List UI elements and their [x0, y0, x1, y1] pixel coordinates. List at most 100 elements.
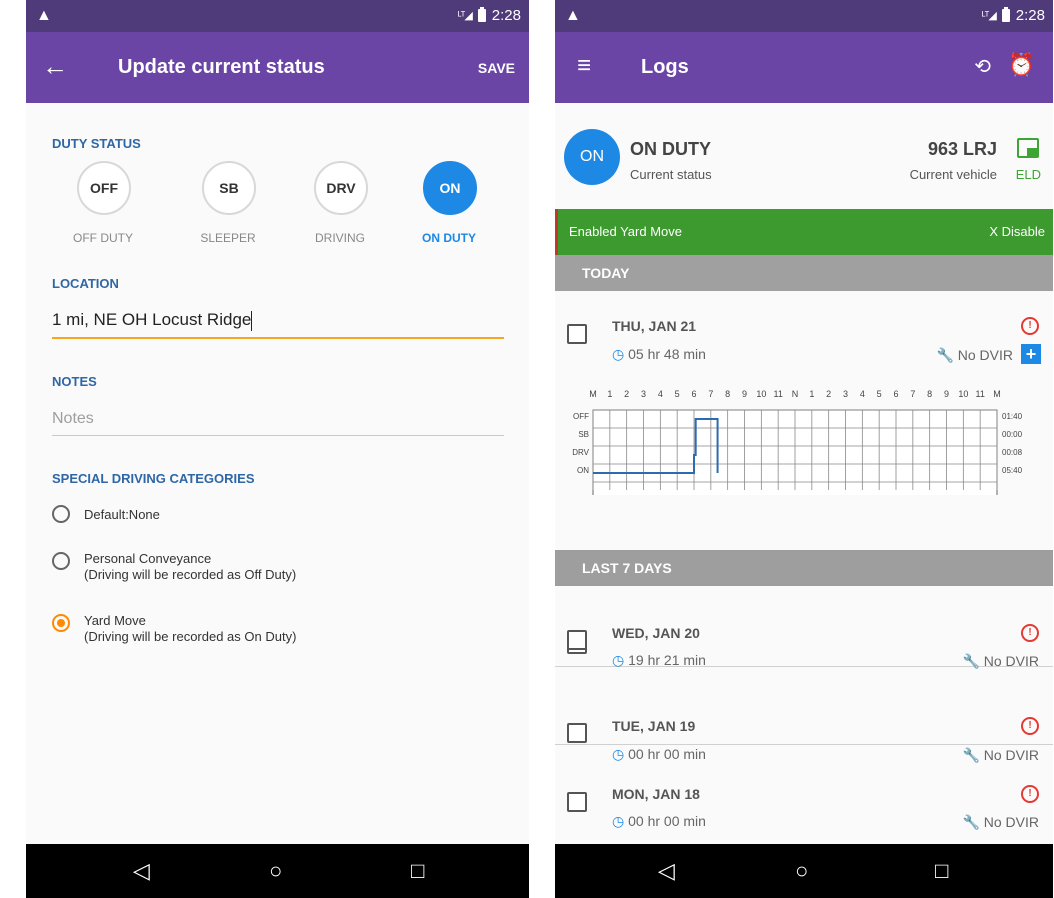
status-circle[interactable]: ON: [564, 129, 620, 185]
day-checkbox-jan19[interactable]: [567, 723, 587, 743]
radio-label-yard: Yard Move (Driving will be recorded as O…: [84, 613, 296, 645]
warning-icon: ▲: [36, 7, 52, 24]
alert-icon: !: [1021, 717, 1039, 735]
graph-hour-label: 4: [860, 389, 865, 399]
wrench-icon: 🔧: [936, 347, 954, 363]
text-cursor: [251, 310, 253, 331]
graph-hour-label: 7: [708, 389, 713, 399]
clock-icon: ◷: [612, 652, 625, 668]
graph-total-label: 05:40: [1002, 466, 1023, 475]
graph-hour-label: M: [589, 389, 597, 399]
wrench-icon: 🔧: [962, 814, 980, 830]
duty-option-drv[interactable]: DRV: [314, 161, 368, 215]
nav-home-icon[interactable]: ○: [795, 858, 808, 884]
today-duration: ◷ 05 hr 48 min: [612, 346, 706, 363]
duty-label-off: OFF DUTY: [73, 231, 133, 245]
day-duration-jan20: ◷ 19 hr 21 min: [612, 652, 706, 669]
logs-title: Logs: [641, 56, 689, 78]
notes-input[interactable]: Notes: [52, 403, 504, 436]
system-nav-bar-logs: ◁ ○ □: [555, 844, 1053, 898]
graph-row-label: ON: [577, 466, 589, 475]
nav-recents-icon[interactable]: □: [411, 858, 424, 884]
wrench-icon: 🔧: [962, 747, 980, 763]
graph-hour-label: 3: [843, 389, 848, 399]
radio-personal-conveyance[interactable]: [52, 552, 70, 570]
app-bar-logs: ≡ Logs ⟲ ⏰: [555, 32, 1053, 103]
graph-hour-label: 9: [944, 389, 949, 399]
update-status-screen: ▲ ᴸᵀ◢ 2:28 ← Update current status SAVE …: [26, 0, 529, 898]
status-bar: ▲ ᴸᵀ◢ 2:28: [26, 0, 529, 32]
clock-icon: ◷: [612, 346, 625, 362]
day-checkbox-jan20[interactable]: [567, 630, 587, 650]
graph-hour-label: 11: [975, 389, 984, 399]
status-bar-logs: ▲ ᴸᵀ◢ 2:28: [555, 0, 1053, 32]
eld-label: ELD: [1015, 167, 1041, 182]
duty-option-off[interactable]: OFF: [77, 161, 131, 215]
nav-back-icon[interactable]: ◁: [133, 858, 150, 884]
current-status-label: Current status: [630, 167, 712, 182]
alert-icon: !: [1021, 624, 1039, 642]
graph-hour-label: 8: [927, 389, 932, 399]
graph-hour-label: 11: [773, 389, 782, 399]
radio-label-personal: Personal Conveyance (Driving will be rec…: [84, 551, 296, 583]
duty-option-sb[interactable]: SB: [202, 161, 256, 215]
status-time: 2:28: [491, 7, 521, 24]
eld-cast-icon: [1017, 138, 1039, 158]
duration-value: 00 hr 00 min: [628, 746, 706, 762]
graph-hour-label: 9: [742, 389, 747, 399]
today-section-header: TODAY: [555, 255, 1053, 291]
radio-default-none[interactable]: [52, 505, 70, 523]
duty-label-sb: SLEEPER: [200, 231, 256, 245]
menu-icon[interactable]: ≡: [577, 52, 591, 80]
location-heading: LOCATION: [52, 276, 119, 291]
signal-icon: ᴸᵀ◢: [457, 10, 473, 22]
location-input[interactable]: 1 mi, NE OH Locust Ridge: [52, 303, 504, 339]
duration-value: 19 hr 21 min: [628, 652, 706, 668]
graph-hour-label: 10: [958, 389, 968, 399]
graph-hour-label: 1: [809, 389, 814, 399]
nav-back-icon[interactable]: ◁: [658, 858, 675, 884]
special-categories-heading: SPECIAL DRIVING CATEGORIES: [52, 471, 255, 486]
day-date-jan20: WED, JAN 20: [612, 625, 700, 641]
alert-icon: !: [1021, 785, 1039, 803]
yard-move-banner-text: Enabled Yard Move: [569, 224, 682, 239]
duty-label-on: ON DUTY: [422, 231, 476, 245]
alert-icon: !: [1021, 317, 1039, 335]
today-date: THU, JAN 21: [612, 318, 697, 334]
last7-heading: LAST 7 DAYS: [582, 560, 672, 576]
duty-status-heading: DUTY STATUS: [52, 136, 141, 151]
graph-row-label: OFF: [573, 412, 589, 421]
graph-hour-label: 5: [675, 389, 680, 399]
today-duration-value: 05 hr 48 min: [628, 346, 706, 362]
last-7-days-header: LAST 7 DAYS: [555, 550, 1053, 586]
sync-icon[interactable]: ⟲: [974, 54, 991, 79]
day-checkbox-jan18[interactable]: [567, 792, 587, 812]
graph-total-label: 00:08: [1002, 448, 1023, 457]
graph-hour-label: 10: [756, 389, 766, 399]
duty-option-on[interactable]: ON: [423, 161, 477, 215]
nav-home-icon[interactable]: ○: [269, 858, 282, 884]
back-arrow-icon[interactable]: ←: [42, 51, 68, 82]
save-button[interactable]: SAVE: [478, 60, 515, 76]
day-dvir-jan18: 🔧 No DVIR: [962, 814, 1039, 831]
personal-conveyance-label: Personal Conveyance: [84, 551, 212, 566]
graph-hour-label: 6: [893, 389, 898, 399]
system-nav-bar: ◁ ○ □: [26, 844, 529, 898]
warning-icon: ▲: [565, 7, 581, 24]
radio-yard-move[interactable]: [52, 614, 70, 632]
nav-recents-icon[interactable]: □: [935, 858, 948, 884]
today-checkbox[interactable]: [567, 324, 587, 344]
graph-hour-label: 3: [641, 389, 646, 399]
radio-label-default: Default:None: [84, 507, 160, 522]
alarm-clock-icon[interactable]: ⏰: [1008, 52, 1035, 78]
clock-icon: ◷: [612, 746, 625, 762]
disable-yard-move-button[interactable]: X Disable: [989, 224, 1045, 239]
add-dvir-button[interactable]: +: [1021, 344, 1041, 364]
app-bar: ← Update current status SAVE: [26, 32, 529, 103]
graph-hour-label: 8: [725, 389, 730, 399]
day-dvir-jan20: 🔧 No DVIR: [962, 653, 1039, 670]
dvir-label: No DVIR: [983, 814, 1039, 830]
dvir-label: No DVIR: [983, 653, 1039, 669]
graph-hour-label: 1: [607, 389, 612, 399]
graph-hour-label: 4: [658, 389, 663, 399]
